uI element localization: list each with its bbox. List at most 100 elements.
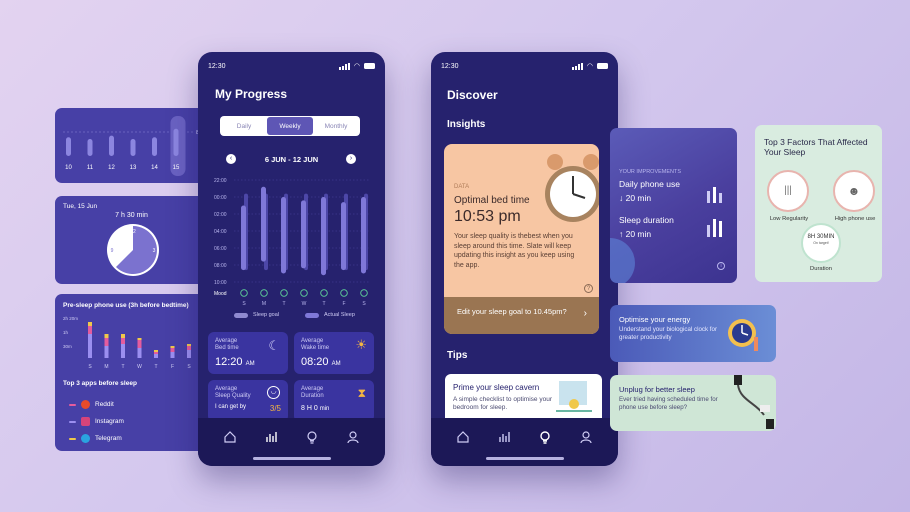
svg-text:9: 9: [111, 248, 114, 254]
y-tick: 08:00: [214, 263, 227, 269]
usage-bar-segment: [104, 338, 109, 346]
insight-card[interactable]: DATA Optimal bed time 10:53 pm Your slee…: [444, 144, 599, 334]
unplug-body: Ever tried having scheduled time for pho…: [619, 396, 718, 411]
phone-use-card[interactable]: Pre-sleep phone use (3h before bedtime) …: [55, 294, 208, 451]
day-label: M: [262, 301, 266, 307]
week-sleep-card[interactable]: 8h101112131415: [55, 108, 208, 183]
insights-tab[interactable]: [536, 428, 554, 446]
week-bar-chart: 8h101112131415: [63, 116, 202, 176]
sleep-range-chart: 22:00 00:00 02:00 04:00 06:00 08:00 10:00 S M T W T…: [214, 178, 370, 307]
bar-chart-icon: [266, 432, 277, 442]
factors-title: Top 3 Factors That Affected Your Sleep: [764, 137, 868, 157]
day-label: W: [302, 301, 307, 307]
actual-bar: [261, 186, 266, 262]
phone-use-chart: 2h 20m 1h 30m S M T W T F S: [63, 316, 191, 370]
waveform-icon: |||: [767, 170, 809, 212]
moon-icon: ☾: [268, 338, 280, 353]
tab-daily[interactable]: Daily: [221, 117, 267, 135]
y-label: 2h 20m: [63, 316, 78, 321]
card-unit: 3/5: [269, 404, 281, 413]
status-time: 12:30: [208, 62, 226, 70]
home-indicator: [253, 457, 331, 460]
app-row-telegram[interactable]: Telegram: [69, 430, 199, 447]
improvements-card[interactable]: YOUR IMPROVEMENTS Daily phone use ↓ 20 m…: [610, 128, 737, 283]
day-label: S: [187, 364, 191, 370]
date-range: 6 JUN - 12 JUN: [264, 155, 319, 164]
day-label: F: [171, 364, 174, 370]
signal-icon: [338, 62, 350, 70]
actual-bar: [281, 197, 286, 274]
factor-phone: ☻ High phone use: [833, 170, 877, 223]
avg-wake-time-card[interactable]: Average Wake time 08:20 AM ☀: [294, 332, 374, 374]
card-unit: AM: [245, 361, 255, 367]
tab-monthly[interactable]: Monthly: [313, 117, 359, 135]
home-tab[interactable]: [454, 428, 472, 446]
page-title: Discover: [447, 88, 498, 102]
insights-tab[interactable]: [303, 428, 321, 446]
usage-bar-segment: [170, 346, 175, 348]
app-row-instagram[interactable]: Instagram: [69, 413, 199, 430]
week-bar: [87, 139, 93, 156]
day-label: M: [104, 364, 108, 370]
stats-tab[interactable]: [262, 428, 280, 446]
profile-tab[interactable]: [344, 428, 362, 446]
chevron-right-icon: ›: [583, 308, 587, 319]
day-label: S: [88, 364, 92, 370]
usage-bar-segment: [137, 348, 142, 358]
edit-goal-button[interactable]: Edit your sleep goal to 10.45pm? ›: [444, 297, 599, 334]
insight-title: Optimal bed time: [454, 195, 530, 206]
stats-tab[interactable]: [495, 428, 513, 446]
y-tick: 04:00: [214, 229, 227, 235]
avg-duration-card[interactable]: Average Duration 8 H 0 min ⧗: [294, 380, 374, 422]
avg-bed-time-card[interactable]: Average Bed time 12:20 AM ☾: [208, 332, 288, 374]
app-name: Telegram: [95, 435, 122, 442]
week-bar: [66, 137, 71, 156]
plug-illustration: [734, 375, 774, 429]
mood-icon: [300, 289, 308, 297]
status-time: 12:30: [441, 62, 459, 70]
actual-bar: [341, 202, 346, 271]
avg-sleep-quality-card[interactable]: Average Sleep Quality I can get by 3/5 ◡: [208, 380, 288, 422]
tab-weekly[interactable]: Weekly: [267, 117, 313, 135]
duration-value: 8H 30MIN: [807, 234, 835, 240]
week-bar: [130, 139, 136, 156]
sleep-duration-card[interactable]: Tue, 15 Jun 7 h 30 min 12 3 6 9: [55, 196, 208, 284]
usage-bar-segment: [187, 350, 191, 358]
usage-bar-segment: [154, 352, 158, 354]
insight-time: 10:53 pm: [454, 208, 521, 225]
factor-duration: 8H 30MIN On target! Duration: [799, 223, 843, 272]
next-week-button[interactable]: ›: [346, 154, 356, 164]
battery-icon: [364, 63, 375, 69]
home-tab[interactable]: [221, 428, 239, 446]
actual-bar: [241, 205, 246, 271]
home-icon: [224, 431, 236, 443]
profile-tab[interactable]: [577, 428, 595, 446]
duration-note: On target!: [813, 241, 829, 245]
week-bar: [152, 137, 157, 156]
week-bar: [109, 135, 114, 156]
energy-card[interactable]: Optimise your energy Understand your bio…: [610, 305, 776, 362]
mini-bars-icon: [707, 187, 722, 237]
day-label: T: [121, 364, 124, 370]
usage-bar-segment: [104, 346, 109, 358]
app-row-reddit[interactable]: Reddit: [69, 396, 199, 413]
tip-card[interactable]: Prime your sleep cavern A simple checkli…: [445, 374, 602, 424]
factors-card[interactable]: Top 3 Factors That Affected Your Sleep |…: [755, 125, 882, 282]
day-label: 13: [130, 165, 137, 171]
bedroom-illustration: [556, 381, 592, 412]
y-label: 1h: [63, 330, 69, 335]
factor-label: Low Regularity: [769, 216, 809, 222]
sleep-clock: 12 3 6 9: [107, 224, 159, 276]
signal-icon: [571, 62, 583, 70]
info-icon: i: [717, 262, 725, 270]
usage-bar-segment: [170, 352, 175, 358]
card-unit: AM: [331, 361, 341, 367]
usage-bar-segment: [88, 322, 92, 326]
mood-icon: [240, 289, 248, 297]
reddit-icon: [81, 400, 90, 409]
tips-heading: Tips: [447, 350, 468, 361]
usage-bar-segment: [104, 334, 109, 338]
usage-bar-segment: [121, 338, 125, 344]
unplug-card[interactable]: Unplug for better sleep Ever tried havin…: [610, 375, 776, 431]
usage-bar-segment: [121, 344, 125, 358]
